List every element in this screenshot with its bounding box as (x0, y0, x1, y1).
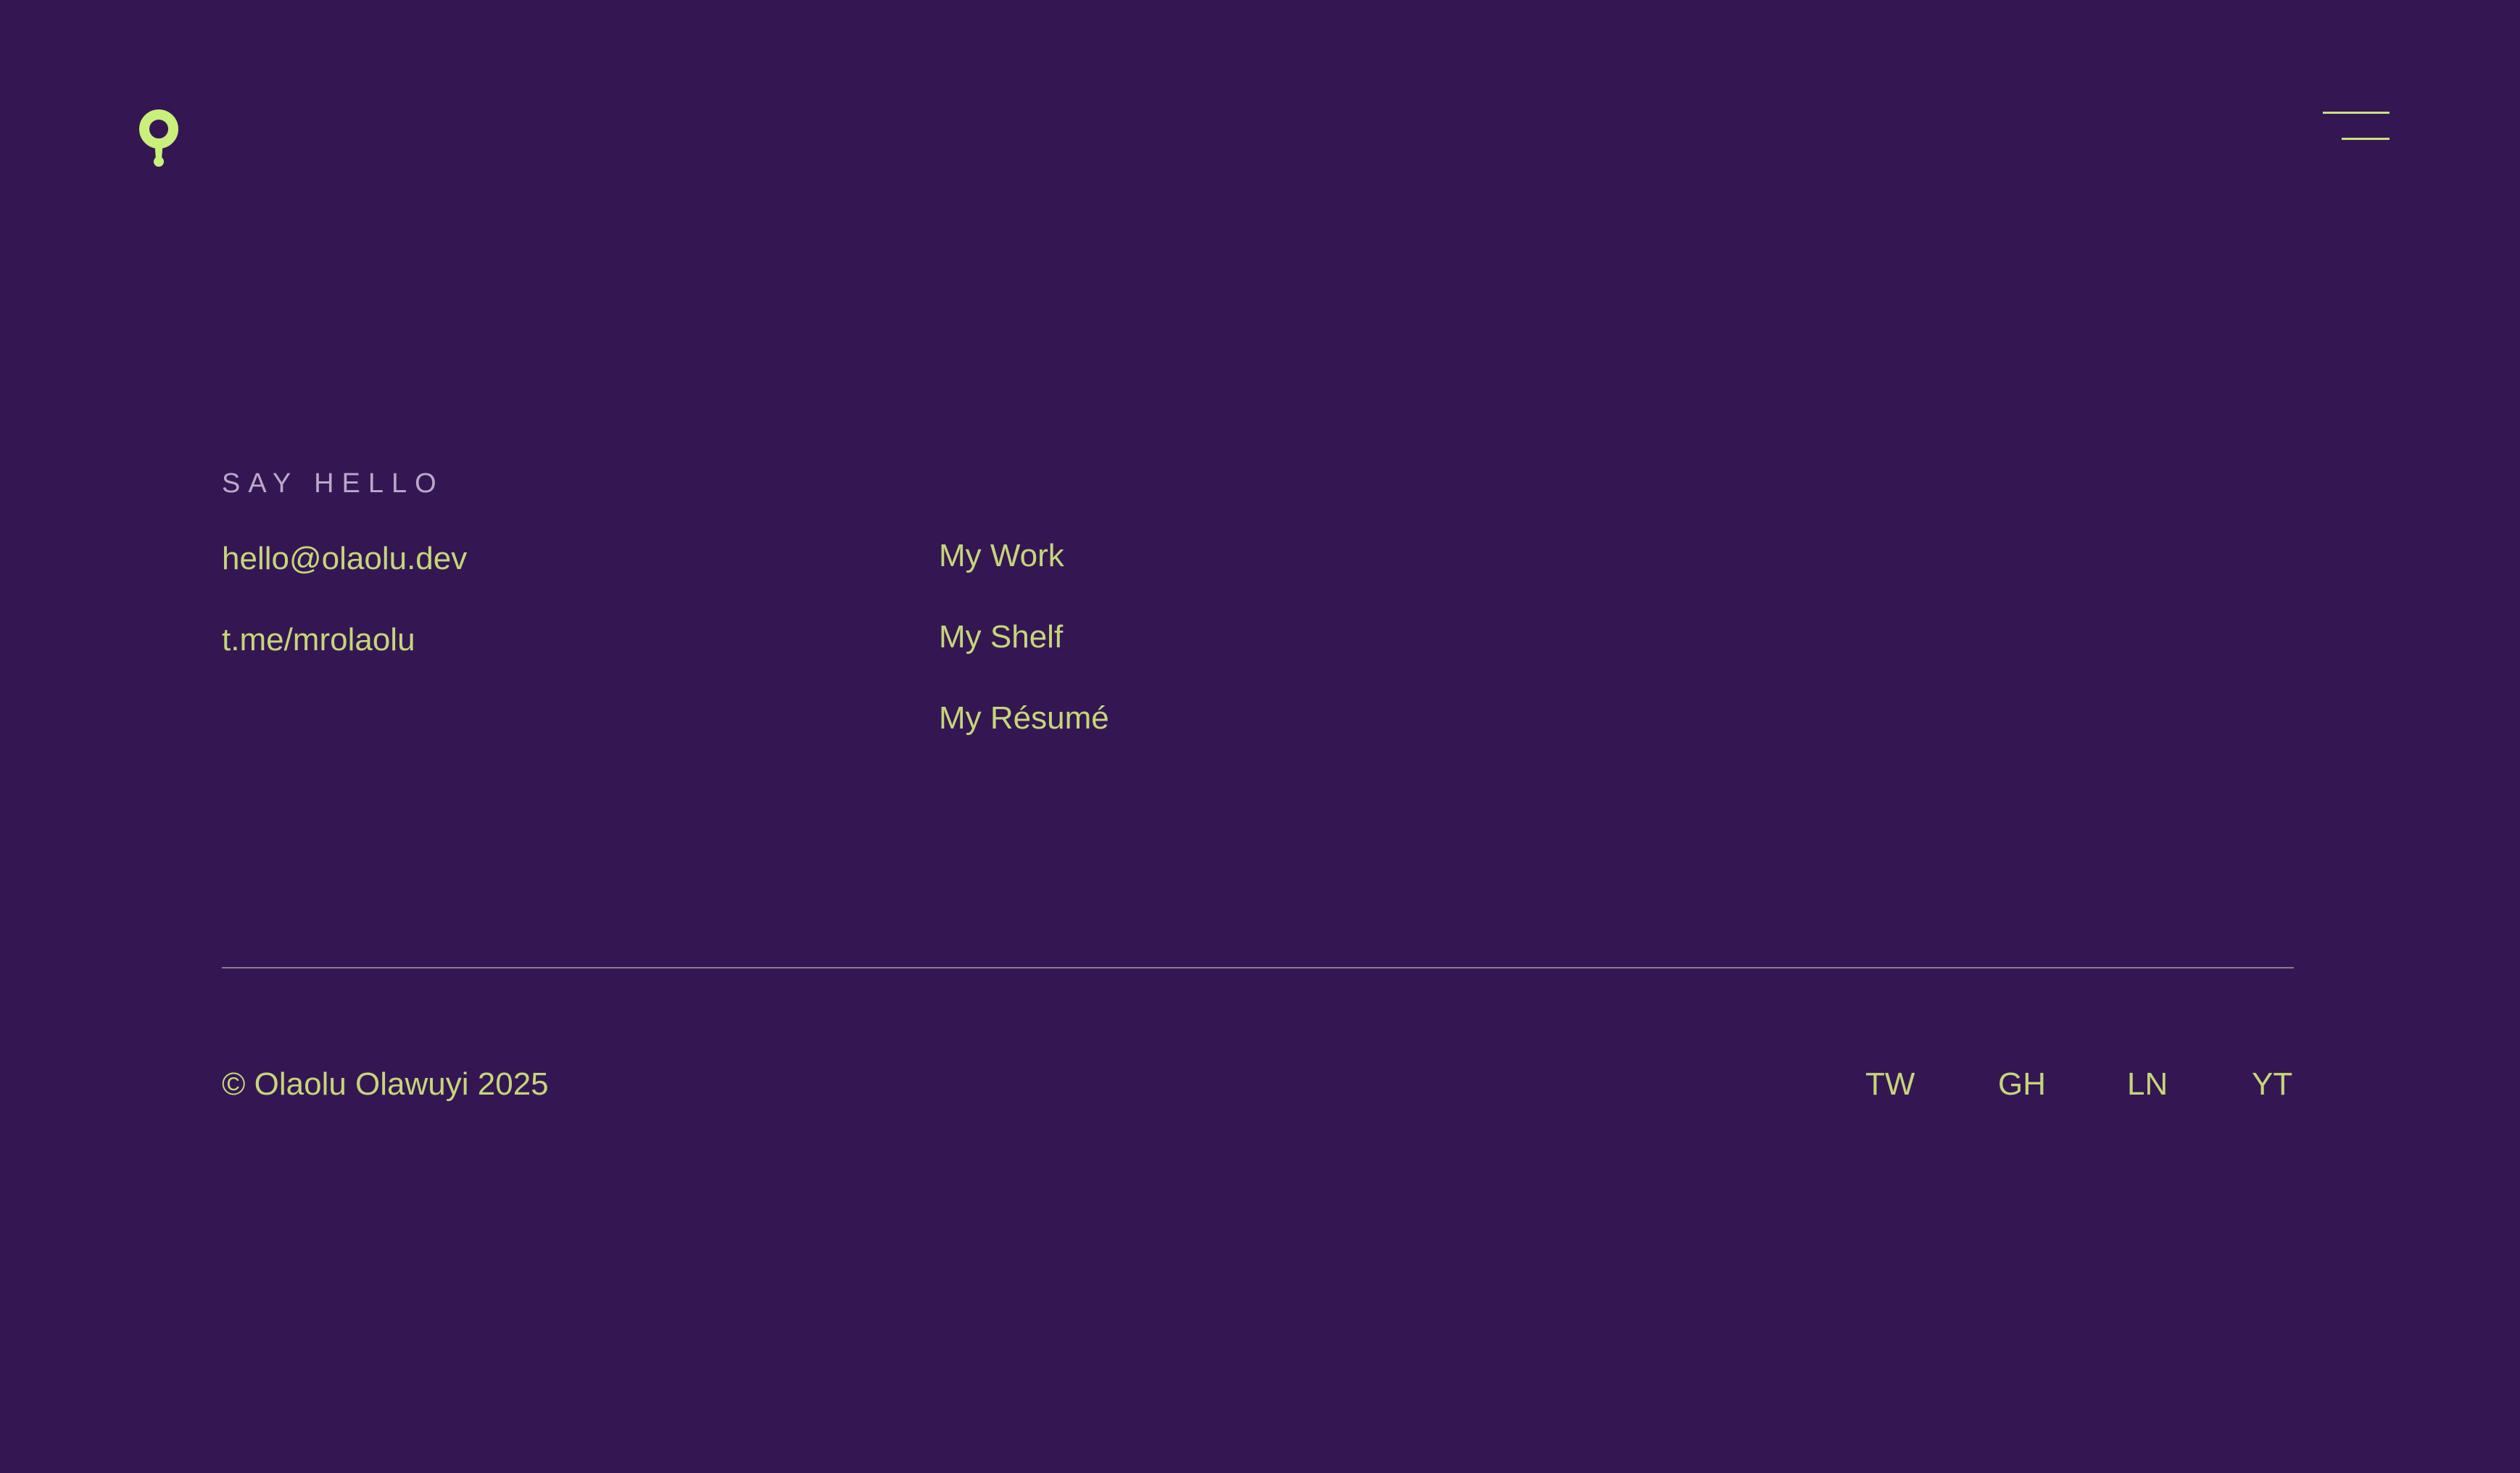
hamburger-menu-icon[interactable] (2317, 109, 2390, 145)
site-logo-icon[interactable] (138, 109, 180, 168)
social-link-youtube[interactable]: YT (2252, 1065, 2292, 1104)
say-hello-heading: SAY HELLO (222, 468, 444, 499)
menu-line-top (2323, 112, 2390, 114)
social-link-github[interactable]: GH (1998, 1065, 2046, 1104)
telegram-link[interactable]: t.me/mrolaolu (222, 621, 415, 660)
email-link[interactable]: hello@olaolu.dev (222, 539, 467, 578)
social-link-twitter[interactable]: TW (1865, 1065, 1915, 1104)
footer-divider (222, 967, 2294, 968)
nav-link-my-resume[interactable]: My Résumé (939, 699, 1109, 738)
social-link-linkedin[interactable]: LN (2127, 1065, 2168, 1104)
menu-line-bottom (2342, 138, 2390, 140)
nav-link-my-shelf[interactable]: My Shelf (939, 618, 1063, 657)
copyright-text: © Olaolu Olawuyi 2025 (222, 1066, 549, 1102)
nav-link-my-work[interactable]: My Work (939, 536, 1064, 576)
